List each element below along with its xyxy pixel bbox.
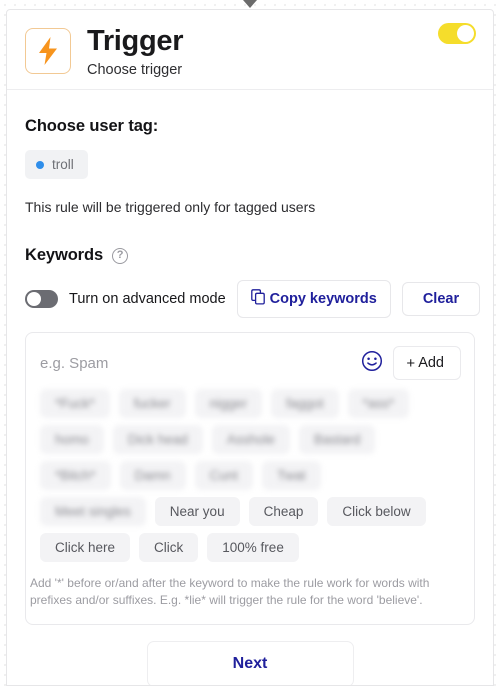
keywords-footnote: Add '*' before or/and after the keyword … [30,576,430,608]
keyword-chip[interactable]: Near you [154,497,240,526]
choose-user-tag-title: Choose user tag: [25,117,159,135]
copy-icon [250,289,266,309]
page-title: Trigger [87,25,184,57]
keyword-chip-row: *Fuck* fucker nigger faggot *ass* [40,389,460,418]
keyword-chip[interactable]: homo [40,425,104,454]
keyword-chip[interactable]: Damn [119,461,186,490]
keywords-title: Keywords [25,246,104,264]
question-mark-circle-icon[interactable]: ? [112,247,129,264]
keywords-controls-row: Turn on advanced mode Copy keywords Clea… [25,280,481,318]
card-header: Trigger Choose trigger [7,10,493,90]
next-button[interactable]: Next [146,640,354,685]
clear-keywords-button[interactable]: Clear [401,282,481,316]
card-footer: Next [7,625,493,685]
keyword-chip[interactable]: Dick head [112,425,203,454]
keyword-chip[interactable]: Meet singles [40,497,146,526]
user-tag-label: troll [52,157,74,172]
keyword-chip[interactable]: *Bitch* [40,461,111,490]
keywords-panel: + Add *Fuck* fucker nigger faggot *ass* homo D… [25,332,475,625]
keyword-chip[interactable]: *ass* [347,389,410,418]
trigger-enabled-toggle[interactable] [438,23,476,44]
toggle-knob [457,25,474,42]
advanced-mode-label: Turn on advanced mode [69,291,226,307]
smiley-face-icon[interactable] [361,350,383,377]
tag-color-dot-icon [36,160,44,169]
copy-keywords-button[interactable]: Copy keywords [236,280,391,318]
keyword-chip[interactable]: Bastard [298,425,376,454]
panel-caret-icon [243,0,257,8]
keyword-chip[interactable]: Asshole [211,425,290,454]
keyword-chip[interactable]: Click [139,533,199,562]
user-tag-chip-troll[interactable]: troll [25,150,88,179]
keyword-input[interactable] [40,350,352,376]
keyword-chip[interactable]: Twat [262,461,321,490]
lightning-bolt-icon [25,28,71,74]
keyword-chip-row: Click here Click 100% free [40,533,460,562]
keyword-chip-row: Meet singles Near you Cheap Click below [40,497,460,526]
keyword-chip-row: *Bitch* Damn Cunt Twat [40,461,460,490]
keyword-chip[interactable]: Cheap [248,497,319,526]
keyword-chip[interactable]: nigger [194,389,263,418]
card-body: Choose user tag: troll This rule will be… [7,90,493,625]
keyword-chip[interactable]: Click here [40,533,131,562]
toggle-knob [27,292,41,306]
advanced-mode-toggle[interactable] [25,290,58,308]
keyword-input-row: + Add [26,333,474,389]
user-tag-row: troll [25,150,475,179]
keyword-chip[interactable]: Cunt [194,461,254,490]
add-keyword-button[interactable]: + Add [393,346,461,380]
keyword-chip[interactable]: fucker [118,389,186,418]
add-keyword-label: Add [418,355,444,371]
trigger-card: Trigger Choose trigger Choose user tag: … [6,9,494,686]
user-tag-hint: This rule will be triggered only for tag… [25,199,316,215]
keyword-chip[interactable]: *Fuck* [40,389,110,418]
page-subtitle: Choose trigger [87,62,183,79]
plus-icon: + [406,354,416,372]
header-text-group: Trigger Choose trigger [87,24,184,79]
keyword-chip[interactable]: Click below [327,497,426,526]
copy-keywords-label: Copy keywords [269,291,377,307]
keyword-chip[interactable]: faggot [271,389,339,418]
keyword-chips-area: *Fuck* fucker nigger faggot *ass* homo Dick he… [26,389,474,562]
keyword-chip[interactable]: 100% free [207,533,299,562]
keyword-chip-row: homo Dick head Asshole Bastard [40,425,460,454]
keywords-header-row: Keywords ? [25,246,475,265]
